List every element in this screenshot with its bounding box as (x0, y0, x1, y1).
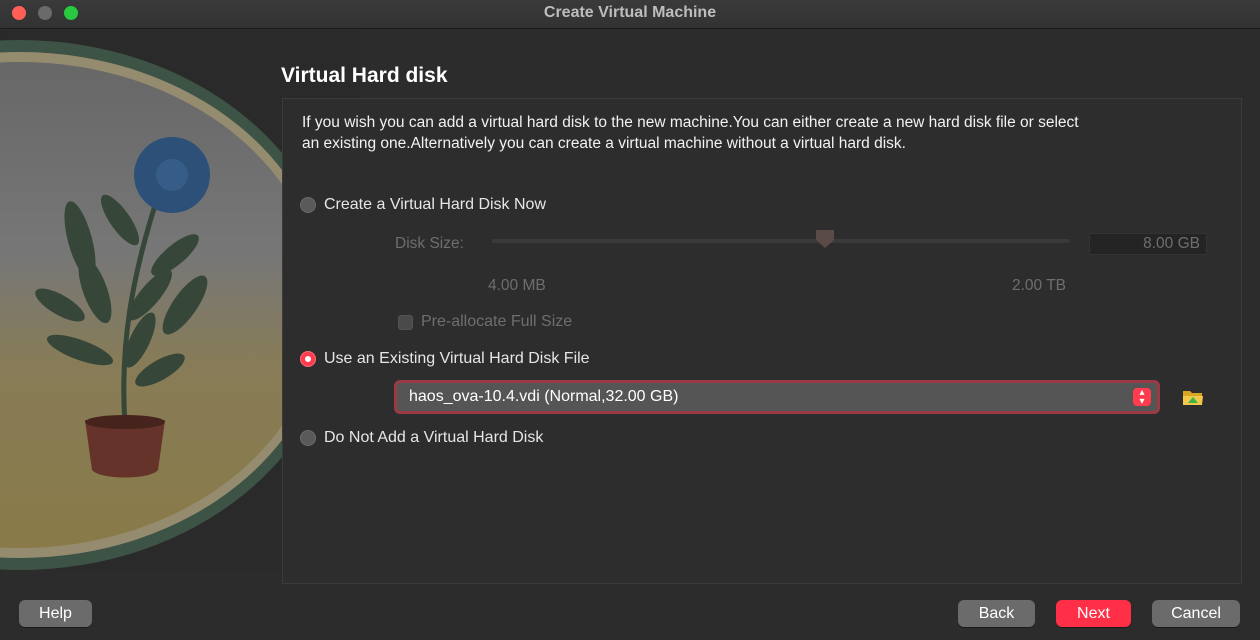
disk-size-max-label: 2.00 TB (1012, 277, 1067, 294)
help-button[interactable]: Help (19, 600, 92, 627)
no-disk-label: Do Not Add a Virtual Hard Disk (324, 429, 544, 446)
preallocate-checkbox[interactable] (398, 314, 413, 330)
use-existing-radio[interactable] (300, 351, 316, 367)
folder-open-icon[interactable] (1182, 387, 1204, 407)
create-disk-now-radio[interactable] (300, 197, 316, 213)
disk-size-label: Disk Size: (395, 235, 464, 252)
no-disk-radio[interactable] (300, 430, 316, 446)
use-existing-option[interactable]: Use an Existing Virtual Hard Disk File (300, 350, 590, 368)
disk-size-min-label: 4.00 MB (488, 277, 546, 294)
options-panel (282, 98, 1242, 584)
window-title: Create Virtual Machine (543, 4, 717, 21)
disk-size-input[interactable]: 8.00 GB (1089, 233, 1207, 255)
updown-chevron-icon[interactable]: ▴ ▾ (1133, 388, 1151, 407)
description-text: If you wish you can add a virtual hard d… (302, 114, 1079, 152)
page-title: Virtual Hard disk (281, 64, 448, 87)
existing-disk-value: haos_ova-10.4.vdi (Normal,32.00 GB) (409, 388, 679, 405)
preallocate-option[interactable]: Pre-allocate Full Size (398, 313, 572, 331)
use-existing-label: Use an Existing Virtual Hard Disk File (324, 350, 590, 367)
title-bar: Create Virtual Machine (0, 0, 1260, 29)
next-button[interactable]: Next (1056, 600, 1131, 627)
create-disk-now-option[interactable]: Create a Virtual Hard Disk Now (300, 196, 546, 214)
back-button[interactable]: Back (958, 600, 1035, 627)
disk-size-slider[interactable] (492, 239, 1070, 243)
preallocate-label: Pre-allocate Full Size (421, 313, 573, 330)
no-disk-option[interactable]: Do Not Add a Virtual Hard Disk (300, 429, 543, 447)
cancel-button[interactable]: Cancel (1152, 600, 1240, 627)
existing-disk-select[interactable]: haos_ova-10.4.vdi (Normal,32.00 GB) ▴ ▾ (394, 380, 1160, 414)
create-disk-now-label: Create a Virtual Hard Disk Now (324, 196, 547, 213)
